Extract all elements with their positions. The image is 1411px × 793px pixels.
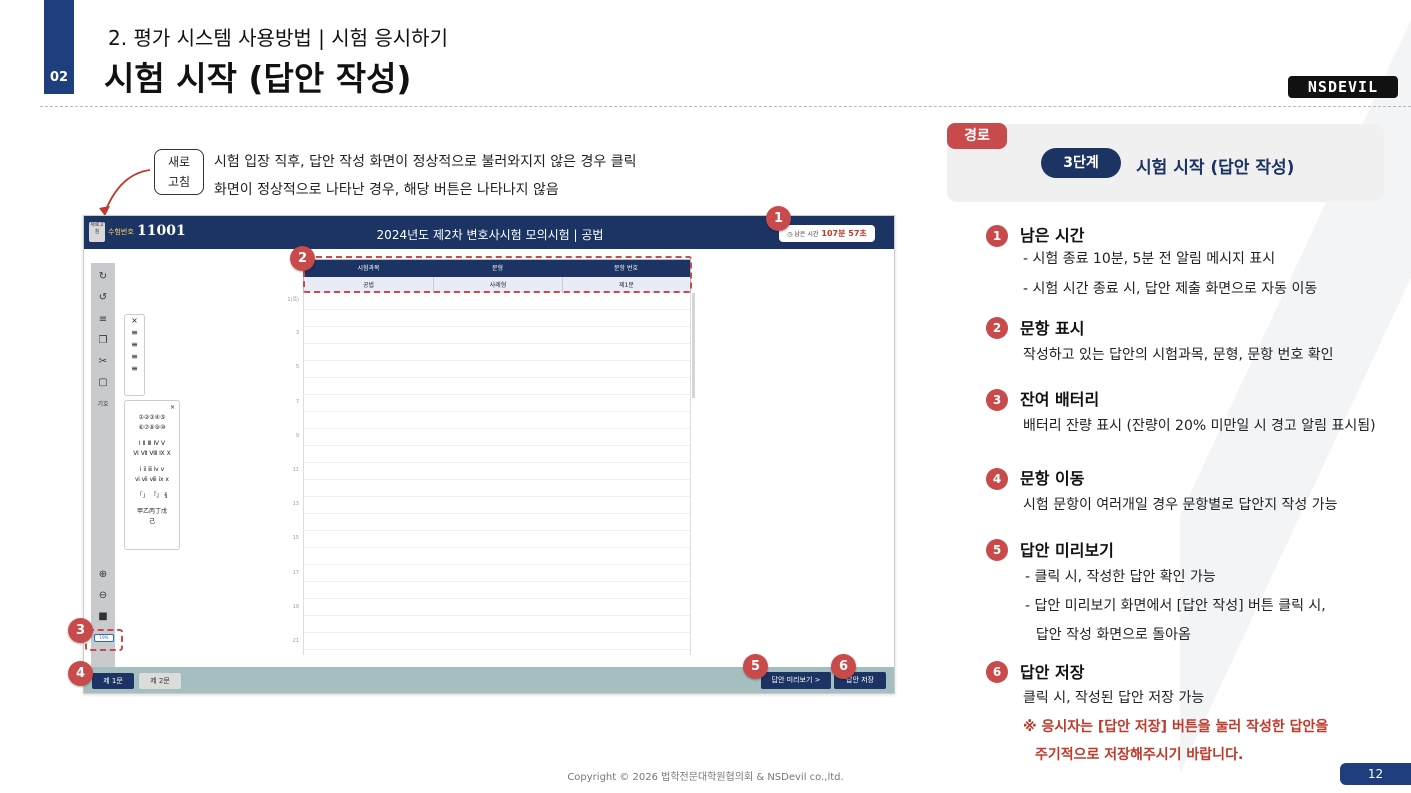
page-subtitle: 2. 평가 시스템 사용방법 | 시험 응시하기	[108, 26, 448, 50]
line-number: 9	[295, 432, 299, 439]
item-text: 배터리 잔량 표시 (잔량이 20% 미만일 시 경고 알림 표시됨)	[1023, 418, 1376, 434]
symbol-row[interactable]: ⅰ ⅱ ⅲ ⅳ ⅴ	[125, 465, 179, 475]
line-number: 13	[292, 501, 299, 508]
highlight-question-info	[303, 256, 692, 293]
page-number: 12	[1340, 763, 1411, 785]
item-text: - 시험 종료 10분, 5분 전 알림 메시지 표시	[1023, 251, 1276, 267]
cut-icon[interactable]: ✂	[91, 356, 115, 367]
section-number: 02	[49, 70, 69, 85]
pointer-arrow-icon	[99, 169, 151, 216]
line-number: 1(쪽)	[287, 297, 299, 303]
item-text: 작성하고 있는 답안의 시험과목, 문형, 문항 번호 확인	[1023, 347, 1334, 363]
line-number: 3	[295, 330, 299, 337]
refresh-note-2: 화면이 정상적으로 나타난 경우, 해당 버튼은 나타나지 않음	[214, 182, 559, 198]
item-heading: 답안 저장	[1020, 663, 1085, 682]
refresh-note-1: 시험 입장 직후, 답안 작성 화면이 정상적으로 불러와지지 않은 경우 클릭	[214, 154, 637, 170]
close-icon[interactable]: ×	[125, 315, 144, 327]
route-tag: 경로	[947, 123, 1007, 149]
lock-icon[interactable]: ■	[91, 611, 115, 622]
item-number: 5	[986, 539, 1008, 561]
marker-5: 5	[743, 654, 768, 679]
item-number: 4	[986, 468, 1008, 490]
symbol-row[interactable]: 己	[125, 517, 179, 527]
nsdevil-logo: NSDEVIL	[1288, 76, 1398, 98]
undo-icon[interactable]: ↺	[91, 292, 115, 303]
copyright: Copyright © 2026 법학전문대학원협의회 & NSDevil co…	[567, 772, 844, 783]
zoom-out-icon[interactable]: ⊖	[91, 590, 115, 601]
header-divider	[40, 106, 1411, 107]
editor-toolbar: ↻ ↺ ≡ ❐ ✂ ▢ 기호 ⊕ ⊖ ■	[91, 263, 115, 675]
step-title: 시험 시작 (답안 작성)	[1136, 158, 1295, 178]
symbol-row[interactable]: ①②③④⑤	[125, 413, 179, 423]
page-title: 시험 시작 (답안 작성)	[104, 59, 412, 98]
item-text: - 클릭 시, 작성한 답안 확인 가능	[1025, 569, 1216, 585]
app-bottom-bar: 제 1문 제 2문 답안 미리보기 > 답안 저장	[84, 667, 894, 693]
close-icon[interactable]: ×	[125, 403, 179, 413]
align-left-icon[interactable]: ≡	[125, 327, 144, 339]
symbol-row[interactable]: Ⅰ Ⅱ Ⅲ Ⅳ Ⅴ	[125, 439, 179, 449]
line-number: 11	[292, 467, 299, 473]
copy-icon[interactable]: ❐	[91, 335, 115, 346]
symbol-tool-label[interactable]: 기호	[91, 399, 115, 408]
background-shape	[1180, 0, 1411, 793]
item-text: 시험 문항이 여러개일 경우 문항별로 답안지 작성 가능	[1023, 497, 1338, 513]
zoom-in-icon[interactable]: ⊕	[91, 569, 115, 580]
item-text: - 답안 미리보기 화면에서 [답안 작성] 버튼 클릭 시,	[1025, 598, 1326, 614]
item-number: 1	[986, 225, 1008, 247]
item-text: 답안 작성 화면으로 돌아옴	[1027, 627, 1191, 643]
refresh-button[interactable]: 새로 고침	[154, 149, 204, 195]
item-text: 클릭 시, 작성된 답안 저장 가능	[1023, 690, 1205, 706]
timer-value: 107분 57초	[821, 229, 867, 238]
warning-line-2: 주기적으로 저장해주시기 바랍니다.	[1035, 747, 1244, 763]
redo-icon[interactable]: ↻	[91, 271, 115, 282]
item-heading: 남은 시간	[1020, 226, 1085, 245]
symbol-popup: × ①②③④⑤ ⑥⑦⑧⑨⑩ Ⅰ Ⅱ Ⅲ Ⅳ Ⅴ Ⅵ Ⅶ Ⅷ Ⅸ Ⅹ ⅰ ⅱ ⅲ …	[124, 400, 180, 550]
remaining-time: ◷ 남은 시간 107분 57초	[779, 225, 875, 242]
timer-label: 남은 시간	[794, 231, 819, 238]
refresh-label-2: 고침	[167, 175, 191, 189]
line-number: 19	[292, 603, 299, 610]
answer-preview-button[interactable]: 답안 미리보기 >	[761, 672, 831, 689]
align-justify-icon[interactable]: ≡	[125, 363, 144, 375]
scrollbar[interactable]	[692, 293, 695, 398]
symbol-row[interactable]: 甲乙丙丁戊	[125, 507, 179, 517]
align-icon[interactable]: ≡	[91, 314, 115, 325]
symbol-row[interactable]: 「」 『』 §	[125, 491, 179, 501]
line-number: 21	[292, 638, 299, 644]
line-number: 15	[292, 535, 299, 542]
item-number: 6	[986, 661, 1008, 683]
align-right-icon[interactable]: ≡	[125, 351, 144, 363]
paste-icon[interactable]: ▢	[91, 377, 115, 388]
symbol-row[interactable]: ⅵ ⅶ ⅷ ⅸ ⅹ	[125, 475, 179, 485]
item-heading: 문항 이동	[1020, 469, 1085, 488]
answer-sheet[interactable]	[303, 293, 691, 655]
align-popup: × ≡ ≡ ≡ ≡	[124, 314, 145, 396]
symbol-row[interactable]: Ⅵ Ⅶ Ⅷ Ⅸ Ⅹ	[125, 449, 179, 459]
marker-2: 2	[290, 246, 315, 271]
item-text: - 시험 시간 종료 시, 답안 제출 화면으로 자동 이동	[1023, 281, 1318, 297]
marker-6: 6	[831, 654, 856, 679]
marker-3: 3	[68, 618, 93, 643]
item-number: 3	[986, 389, 1008, 411]
line-number: 17	[292, 569, 299, 576]
warning-line-1: ※ 응시자는 [답안 저장] 버튼을 눌러 작성한 답안을	[1023, 719, 1329, 735]
align-center-icon[interactable]: ≡	[125, 339, 144, 351]
tab-question-2[interactable]: 제 2문	[139, 673, 181, 689]
line-number: 7	[295, 398, 299, 405]
item-heading: 잔여 배터리	[1020, 390, 1100, 409]
step-badge: 3단계	[1041, 148, 1121, 178]
tab-question-1[interactable]: 제 1문	[92, 673, 134, 689]
marker-1: 1	[766, 206, 791, 231]
refresh-label-1: 새로	[167, 155, 191, 169]
item-heading: 문항 표시	[1020, 319, 1085, 338]
item-heading: 답안 미리보기	[1020, 541, 1114, 560]
line-number: 5	[295, 364, 299, 371]
item-number: 2	[986, 317, 1008, 339]
symbol-row[interactable]: ⑥⑦⑧⑨⑩	[125, 423, 179, 433]
marker-4: 4	[68, 661, 93, 686]
